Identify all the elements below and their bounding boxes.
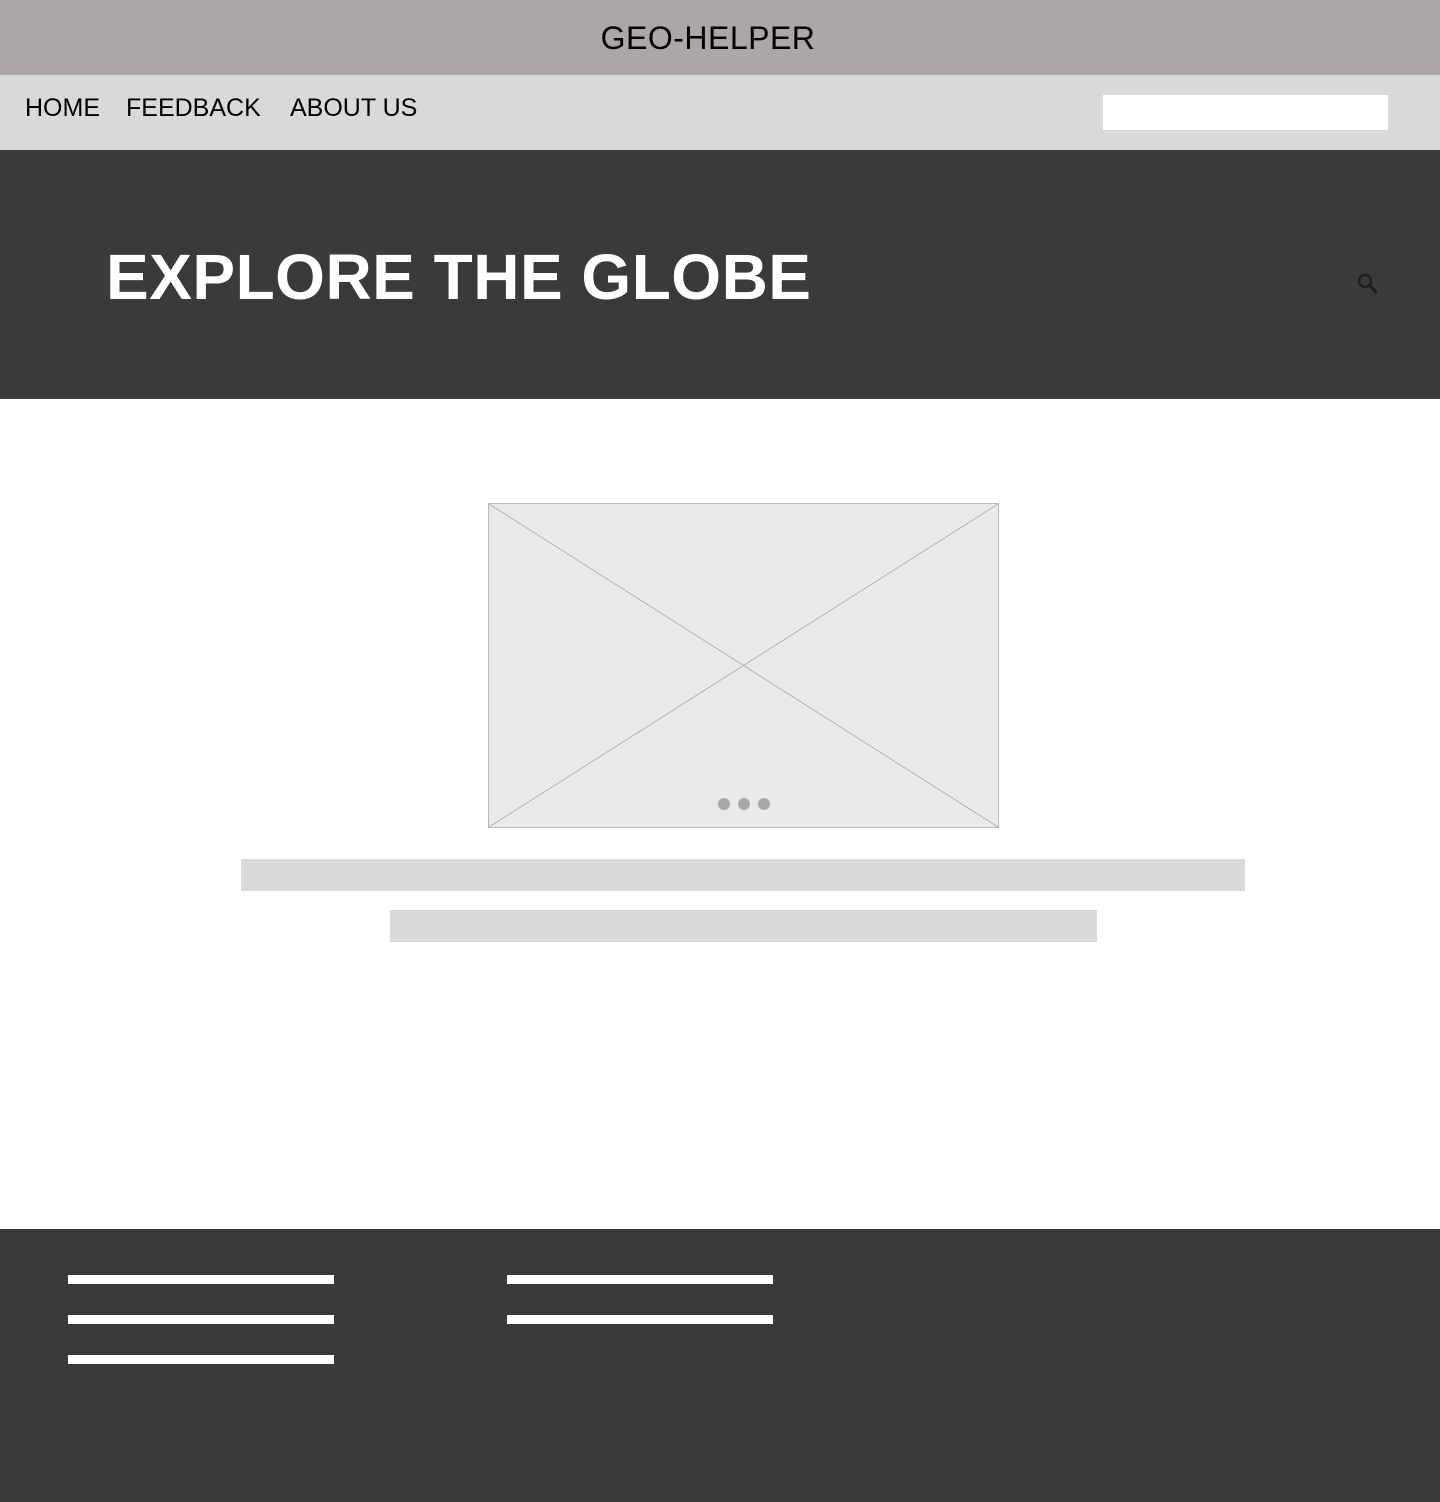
carousel-image-placeholder [488, 503, 999, 828]
hero-title: EXPLORE THE GLOBE [106, 241, 812, 313]
footer-link-placeholder[interactable] [507, 1315, 773, 1324]
text-placeholder-line [390, 910, 1097, 942]
nav-item-home[interactable]: HOME [25, 94, 100, 123]
carousel-dot[interactable] [757, 798, 770, 810]
site-title: GEO-HELPER [600, 20, 816, 56]
carousel-dot[interactable] [717, 798, 730, 810]
footer-link-placeholder[interactable] [507, 1275, 773, 1284]
image-placeholder-icon [489, 504, 998, 827]
footer-link-placeholder[interactable] [68, 1355, 334, 1364]
carousel-dot[interactable] [737, 798, 750, 810]
carousel-indicators [489, 798, 998, 810]
top-bar: GEO-HELPER [0, 0, 1440, 75]
footer-link-placeholder[interactable] [68, 1315, 334, 1324]
search-input[interactable] [1103, 95, 1388, 130]
nav-bar: HOME FEEDBACK ABOUT US [0, 75, 1440, 150]
nav-item-feedback[interactable]: FEEDBACK [126, 94, 261, 123]
search-icon[interactable] [1355, 271, 1379, 295]
nav-item-about-us[interactable]: ABOUT US [290, 94, 417, 123]
footer [0, 1229, 1440, 1502]
text-placeholder-line [241, 859, 1245, 891]
hero-banner: EXPLORE THE GLOBE [0, 150, 1440, 399]
footer-link-placeholder[interactable] [68, 1275, 334, 1284]
